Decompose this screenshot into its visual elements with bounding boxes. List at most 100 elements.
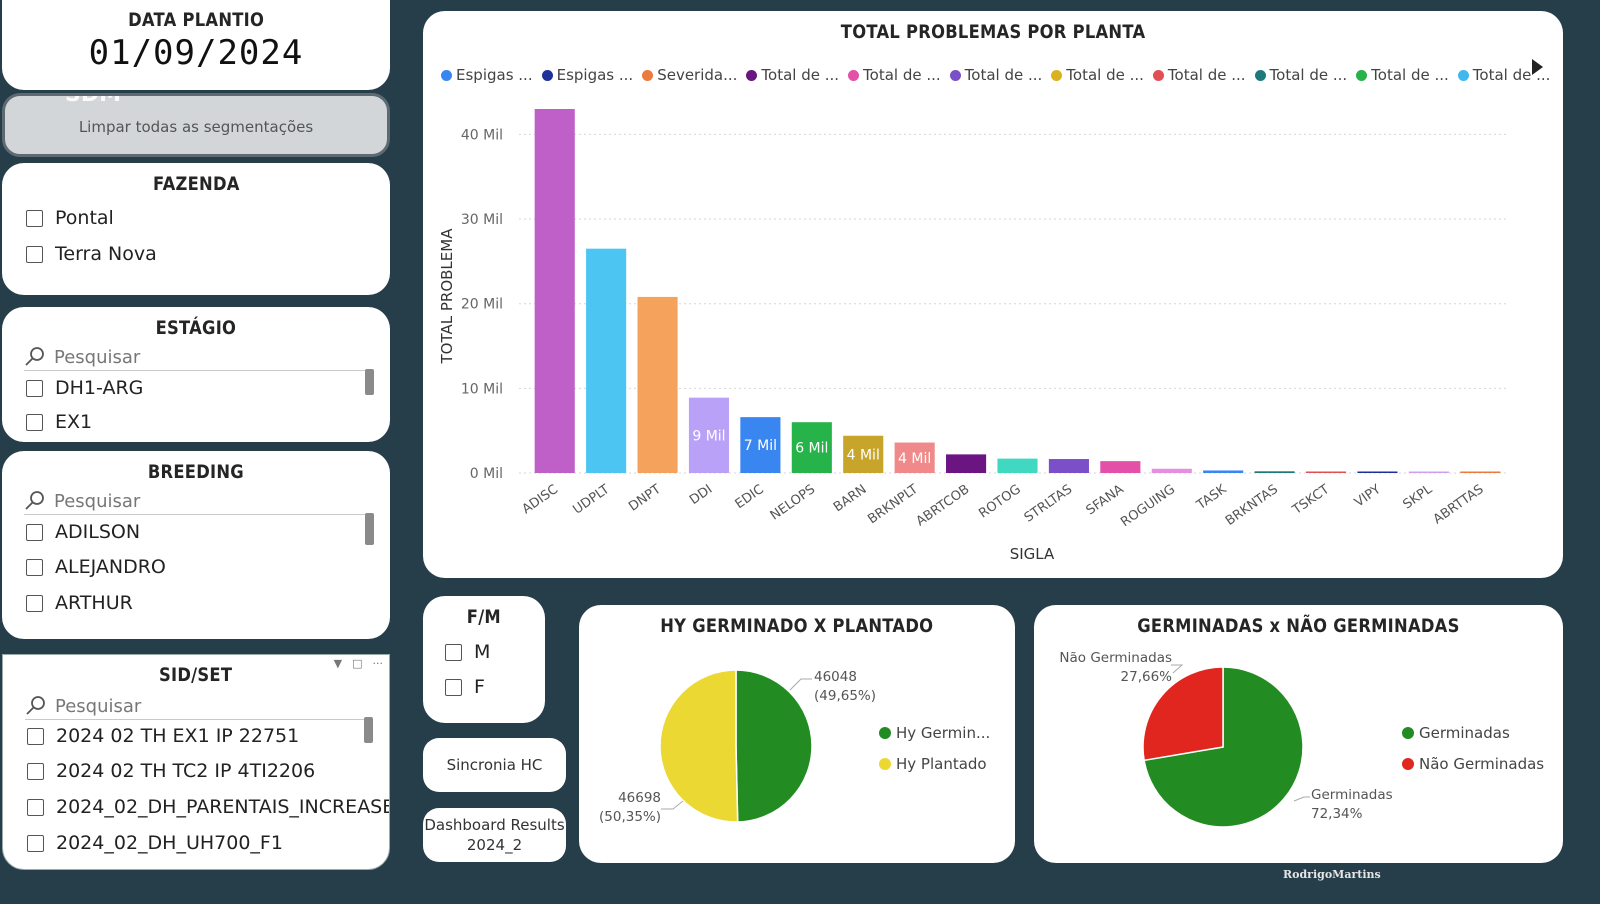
filter-icon[interactable]: ▼	[334, 657, 342, 670]
legend-dot	[879, 727, 891, 739]
sidset-option[interactable]: 2024 02 TH EX1 IP 22751	[27, 725, 299, 747]
y-tick-label: 40 Mil	[461, 127, 503, 143]
checkbox[interactable]	[26, 523, 43, 541]
x-tick-label: ROTOG	[976, 482, 1024, 522]
x-tick-label: VIPY	[1352, 482, 1384, 511]
checkbox[interactable]	[26, 245, 43, 263]
bar-data-label: 4 Mil	[847, 447, 880, 463]
breeding-search-input[interactable]: Pesquisar	[24, 488, 368, 515]
x-tick-label: SFANA	[1084, 482, 1127, 518]
pie-hy-label-germinado: 46048 (49,65%)	[814, 669, 877, 704]
dashboard-results-button[interactable]: Dashboard Results 2024_2	[423, 808, 566, 862]
fm-option[interactable]: M	[445, 641, 490, 663]
fazenda-option[interactable]: Pontal	[26, 207, 114, 229]
bar-sfana[interactable]	[1100, 461, 1141, 473]
bar-dnpt[interactable]	[637, 296, 678, 473]
estagio-search-input[interactable]: Pesquisar	[24, 344, 368, 371]
checkbox[interactable]	[445, 643, 462, 661]
fm-title: F/M	[466, 606, 502, 628]
bar-vipy[interactable]	[1357, 471, 1398, 474]
sidset-option[interactable]: 2024_02_DH_PARENTAIS_INCREASE	[27, 796, 389, 818]
watermark: RodrigoMartins	[1283, 868, 1381, 881]
sidset-search-input[interactable]: Pesquisar	[25, 693, 367, 720]
checkbox[interactable]	[26, 413, 43, 431]
x-tick-label: ADISC	[520, 482, 561, 517]
legend-dot	[1402, 758, 1414, 770]
breeding-option[interactable]: ARTHUR	[26, 592, 133, 614]
sidset-option[interactable]: 2024 02 TH TC2 IP 4TI2206	[27, 760, 315, 782]
date-card-title: DATA PLANTIO	[127, 9, 265, 31]
sidset-slicer: ▼ □ ··· SID/SET Pesquisar 2024 02 TH EX1…	[2, 654, 390, 870]
focus-mode-icon[interactable]: □	[352, 657, 362, 670]
breeding-option[interactable]: ADILSON	[26, 521, 140, 543]
clear-slicers-button[interactable]: SDM Limpar todas as segmentações	[2, 93, 390, 157]
y-tick-label: 0 Mil	[470, 466, 503, 482]
bar-data-label: 9 Mil	[692, 428, 725, 444]
pie-germ-legend-nao: Não Germinadas	[1402, 755, 1544, 773]
scrollbar[interactable]	[365, 513, 374, 545]
checkbox[interactable]	[26, 379, 43, 397]
bar-chart-plot: TOTAL PROBLEMA SIGLA 0 Mil 10 Mil 20 Mil 30…	[438, 109, 1506, 563]
fm-option[interactable]: F	[445, 676, 485, 698]
search-icon	[25, 491, 44, 510]
checkbox[interactable]	[27, 762, 44, 780]
more-options-icon[interactable]: ···	[373, 657, 384, 670]
y-tick-label: 20 Mil	[461, 297, 503, 313]
bar-brkntas[interactable]	[1254, 471, 1295, 473]
bar-abrtcob[interactable]	[946, 454, 987, 473]
scrollbar[interactable]	[364, 717, 373, 743]
checkbox[interactable]	[26, 558, 43, 576]
visual-header-icons: ▼ □ ···	[334, 657, 383, 670]
pie-germ-card: GERMINADAS x NÃO GERMINADAS Não Germinad…	[1034, 605, 1563, 863]
x-tick-label: SKPL	[1400, 482, 1435, 513]
pie-hy-label-plantado: 46698 (50,35%)	[599, 790, 662, 825]
bar-task[interactable]	[1203, 470, 1244, 473]
bar-udplt[interactable]	[586, 248, 627, 473]
bar-strltas[interactable]	[1048, 459, 1089, 473]
x-axis-label: SIGLA	[1010, 545, 1055, 563]
fazenda-option[interactable]: Terra Nova	[26, 243, 157, 265]
checkbox[interactable]	[445, 678, 462, 696]
fazenda-title: FAZENDA	[152, 173, 240, 195]
bar-rotog[interactable]	[997, 458, 1038, 473]
bar-tskct[interactable]	[1305, 471, 1347, 474]
checkbox[interactable]	[27, 798, 44, 816]
sidset-option[interactable]: 2024_02_DH_UH700_F1	[27, 832, 283, 854]
scrollbar[interactable]	[365, 369, 374, 395]
hidden-text-behind: SDM	[65, 93, 121, 107]
clear-slicers-label: Limpar todas as segmentações	[78, 118, 314, 136]
x-tick-label: NELOPS	[768, 482, 818, 524]
estagio-option[interactable]: EX1	[26, 411, 92, 433]
fazenda-slicer: FAZENDA Pontal Terra Nova	[2, 163, 390, 295]
x-tick-label: TASK	[1193, 482, 1230, 514]
estagio-slicer: ESTÁGIO Pesquisar DH1-ARG EX1	[2, 307, 390, 442]
bar-skpl[interactable]	[1408, 471, 1449, 474]
bar-abrttas[interactable]	[1460, 471, 1501, 474]
sincronia-hc-button[interactable]: Sincronia HC	[423, 738, 566, 792]
checkbox[interactable]	[27, 727, 44, 745]
search-icon	[26, 696, 45, 715]
search-icon	[25, 347, 44, 366]
estagio-title: ESTÁGIO	[155, 317, 237, 339]
breeding-option[interactable]: ALEJANDRO	[26, 556, 166, 578]
date-card-value: 01/09/2024	[88, 33, 304, 73]
pie-germ-label-nao: Não Germinadas 27,66%	[1059, 650, 1172, 685]
checkbox[interactable]	[26, 209, 43, 227]
y-tick-label: 10 Mil	[461, 381, 503, 397]
bar-adisc[interactable]	[534, 109, 575, 473]
y-tick-label: 30 Mil	[461, 212, 503, 228]
x-tick-label: EDIC	[733, 482, 767, 512]
checkbox[interactable]	[27, 834, 44, 852]
estagio-option[interactable]: DH1-ARG	[26, 377, 143, 399]
pie-hy-slice[interactable]	[735, 669, 813, 823]
pie-hy-legend-plantado: Hy Plantado	[879, 755, 987, 773]
pie-hy-legend-germinado: Hy Germin...	[879, 724, 990, 742]
x-tick-label: STRLTAS	[1022, 482, 1075, 526]
pie-germ-label-germ: Germinadas 72,34%	[1311, 787, 1393, 822]
bar-roguing[interactable]	[1151, 468, 1192, 473]
x-tick-label: ROGUING	[1118, 482, 1178, 530]
pie-hy-slice[interactable]	[659, 669, 739, 823]
checkbox[interactable]	[26, 594, 43, 612]
pie-hy-value-germinado: 46048	[814, 669, 857, 685]
breeding-slicer: BREEDING Pesquisar ADILSON ALEJANDRO ART…	[2, 451, 390, 639]
